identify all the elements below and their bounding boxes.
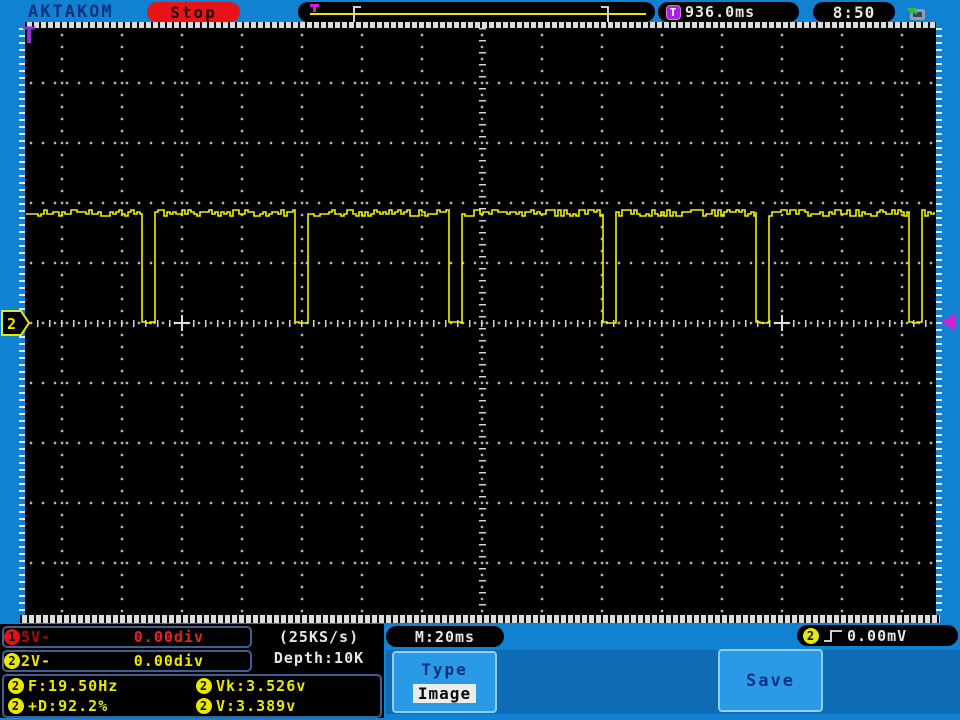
save-button[interactable]: Save: [718, 649, 823, 712]
trigger-position-marker-icon: [310, 4, 319, 12]
ch2-badge-icon: 2: [803, 627, 819, 644]
memory-depth: Depth:10K: [273, 649, 365, 667]
ch2-badge-icon: 2: [196, 678, 212, 694]
ch2-offset: 0.00div: [133, 652, 204, 670]
sample-rate: (25KS/s): [278, 628, 360, 646]
timebase-readout: M:20ms: [386, 626, 504, 647]
ch1-badge-icon: 1: [4, 629, 20, 645]
measurement-value: +D:92.2%: [28, 697, 109, 715]
measurement-vk: 2 Vk:3.526v: [192, 676, 380, 696]
ch2-badge-icon: 2: [8, 698, 24, 714]
horizontal-position-bar: [298, 2, 655, 25]
ch2-readout: 2 2V- 0.00div: [2, 650, 252, 672]
usb-disk-icon: [906, 7, 925, 20]
rising-edge-icon: [824, 630, 842, 642]
ch2-badge-icon: 2: [8, 678, 24, 694]
trigger-time-readout: T 936.0ms: [658, 2, 799, 22]
type-menu-label: Type: [421, 660, 468, 679]
acquisition-status-badge: Stop: [147, 2, 240, 22]
ch2-badge-icon: 2: [4, 653, 20, 669]
ch2-scale: 2V-: [21, 652, 52, 670]
trigger-level-readout: 2 0.00mV: [797, 625, 958, 646]
measurement-frequency: 2 F:19.50Hz: [4, 676, 192, 696]
measurement-duty: 2 +D:92.2%: [4, 696, 192, 716]
measurement-value: Vk:3.526v: [216, 677, 307, 695]
measurements-panel: 2 F:19.50Hz 2 Vk:3.526v 2 +D:92.2% 2 V:3…: [2, 674, 382, 718]
ch2-marker-label: 2: [7, 315, 16, 333]
measurement-value: F:19.50Hz: [28, 677, 119, 695]
trigger-level-arrow-icon: [941, 313, 956, 331]
sampling-readout: (25KS/s) Depth:10K: [258, 625, 380, 671]
ch1-scale: 5V-: [21, 628, 52, 646]
trigger-t-icon: T: [666, 4, 681, 20]
oscilloscope-screen: AKTAKOM Stop T 936.0ms 8:50 T 2 1 5V- 0.…: [0, 0, 960, 720]
ch1-readout: 1 5V- 0.00div: [2, 626, 252, 648]
bottom-graticule-ruler: [20, 615, 940, 623]
ch2-waveform-trace: [26, 209, 935, 324]
type-selected-option[interactable]: Image: [412, 684, 477, 703]
measurement-value: V:3.389v: [216, 697, 297, 715]
brand-logo: AKTAKOM: [28, 2, 114, 22]
ch1-offset: 0.00div: [133, 628, 204, 646]
measurement-vavg: 2 V:3.389v: [192, 696, 380, 716]
trigger-level-value: 0.00mV: [847, 626, 908, 645]
clock-readout: 8:50: [813, 2, 895, 22]
type-menu-button[interactable]: Type Image: [392, 651, 497, 713]
ch2-badge-icon: 2: [196, 698, 212, 714]
waveform-display: T: [22, 24, 936, 615]
ch2-ground-marker: 2: [1, 310, 31, 336]
trigger-time-value: 936.0ms: [685, 3, 756, 21]
